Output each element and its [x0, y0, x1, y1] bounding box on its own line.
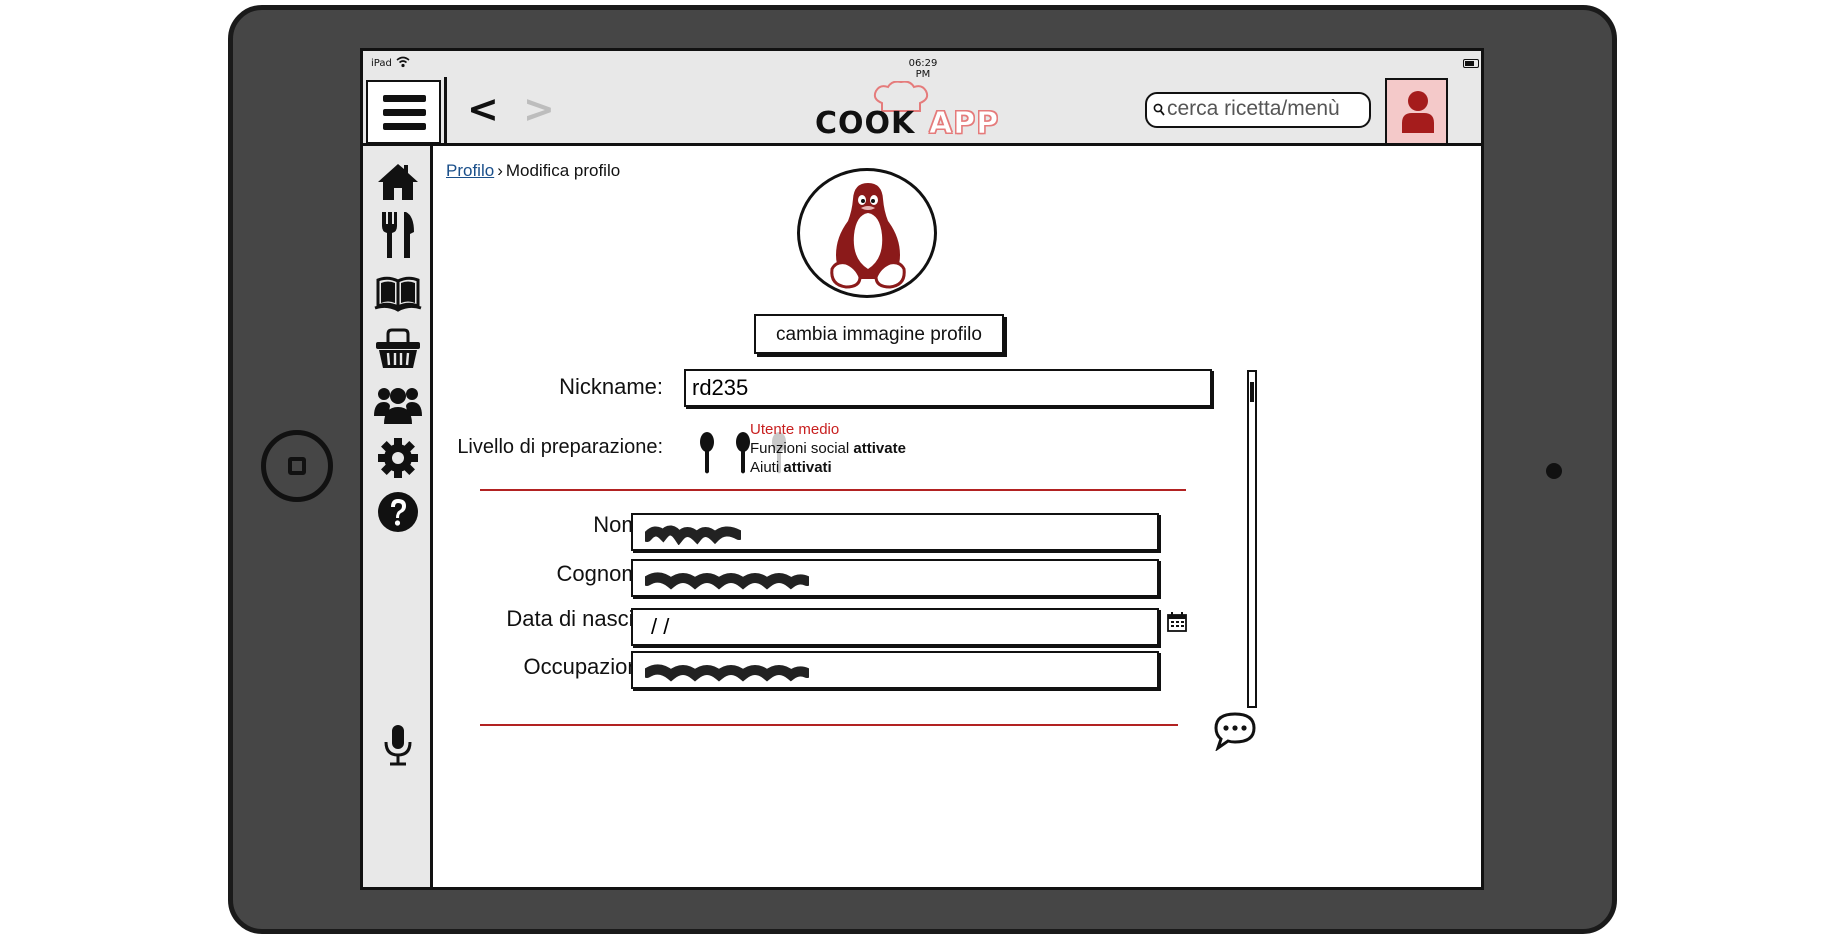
home-icon[interactable] — [376, 160, 420, 204]
redacted-scribble — [645, 525, 741, 545]
scrollbar-thumb[interactable] — [1250, 382, 1254, 402]
menu-bar-icon — [383, 95, 426, 102]
cognome-label: Cognome: — [556, 561, 658, 586]
help-icon[interactable] — [376, 490, 420, 534]
cutlery-icon[interactable] — [376, 210, 420, 260]
logo-app-text: APP — [928, 106, 1000, 142]
change-profile-image-button[interactable]: cambia immagine profilo — [754, 314, 1004, 354]
help-status: Aiuti attivati — [750, 459, 832, 476]
level-label: Livello di preparazione: — [457, 436, 663, 458]
forward-button[interactable]: > — [523, 89, 555, 129]
device-name: iPad — [371, 58, 392, 69]
menu-bar-icon — [383, 123, 426, 130]
section-divider — [480, 489, 1186, 491]
search-input[interactable] — [1167, 97, 1365, 121]
data-nascita-input[interactable] — [631, 608, 1159, 646]
search-box[interactable] — [1145, 92, 1371, 128]
search-icon — [1153, 103, 1165, 116]
basket-icon[interactable] — [374, 326, 422, 370]
status-bar: iPad 06:29 PM — [363, 51, 1481, 80]
home-hardware-button[interactable] — [261, 430, 333, 502]
book-icon[interactable] — [374, 270, 422, 314]
header-divider — [444, 77, 447, 146]
data-nascita-label: Data di nascita: — [506, 606, 658, 631]
hamburger-menu-button[interactable] — [366, 80, 441, 144]
breadcrumb-profilo-link[interactable]: Profilo — [446, 161, 494, 180]
section-divider — [480, 724, 1178, 726]
home-button-square — [288, 457, 306, 475]
breadcrumb: Profilo › Modifica profilo — [446, 161, 620, 181]
users-icon[interactable] — [374, 382, 422, 426]
chat-bubble-icon[interactable] — [1213, 711, 1257, 751]
profile-avatar — [797, 168, 937, 298]
back-button[interactable]: < — [467, 89, 499, 129]
occupazione-input[interactable] — [631, 651, 1159, 689]
level-name: Utente medio — [750, 421, 840, 438]
calendar-icon[interactable] — [1166, 611, 1188, 633]
social-status: Funzioni social attivate — [750, 440, 906, 457]
occupazione-label: Occupazione: — [523, 654, 658, 679]
breadcrumb-current: Modifica profilo — [505, 161, 621, 180]
redacted-scribble — [645, 572, 809, 590]
vertical-scrollbar[interactable] — [1247, 370, 1257, 708]
nome-label: Nome: — [593, 512, 658, 537]
microphone-icon[interactable] — [383, 724, 413, 766]
spoon-level-icon — [700, 432, 714, 474]
wifi-icon — [396, 56, 410, 68]
nome-input[interactable] — [631, 513, 1159, 551]
user-icon — [1402, 91, 1434, 133]
battery-icon — [1463, 59, 1479, 68]
cook-app-logo[interactable]: COOK APP — [815, 81, 1015, 143]
logo-cook-text: COOK — [815, 106, 916, 141]
nickname-label: Nickname: — [559, 374, 663, 399]
top-header: < > COOK APP — [363, 77, 1481, 146]
social-label: Funzioni social — [750, 440, 850, 457]
menu-bar-icon — [383, 109, 426, 116]
nickname-input[interactable] — [684, 369, 1212, 407]
redacted-scribble — [645, 664, 809, 682]
penguin-avatar-icon — [830, 183, 906, 289]
app-screen: iPad 06:29 PM < > COOK APP cerca ricetta… — [360, 48, 1484, 890]
user-account-button[interactable] — [1385, 78, 1448, 145]
camera-dot — [1546, 463, 1562, 479]
cognome-input[interactable] — [631, 559, 1159, 597]
help-label: Aiuti — [750, 459, 780, 476]
breadcrumb-separator: › — [497, 161, 503, 180]
social-state: attivate — [853, 440, 906, 457]
help-state: attivati — [783, 459, 832, 476]
